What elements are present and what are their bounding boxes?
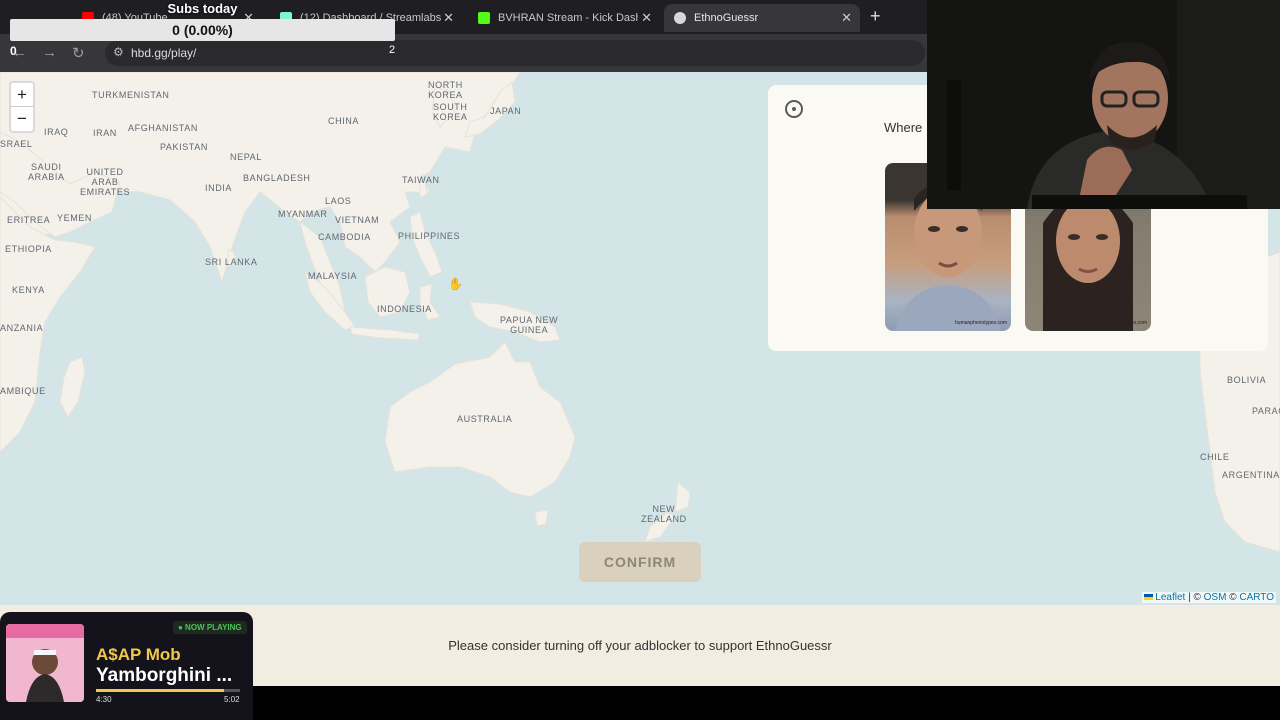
new-tab-button[interactable]: + — [870, 6, 881, 27]
webcam-overlay — [927, 0, 1280, 209]
zoom-control: + − — [9, 81, 35, 133]
label-eritrea: ERITREA — [7, 215, 51, 225]
label-australia: AUSTRALIA — [457, 414, 513, 424]
label-turkmenistan: TURKMENISTAN — [92, 90, 170, 100]
subs-overlay: Subs today 0 (0.00%) — [10, 0, 395, 42]
subs-title: Subs today — [167, 1, 238, 16]
site-settings-icon[interactable]: ⚙ — [113, 45, 124, 59]
label-nepal: NEPAL — [230, 152, 262, 162]
hand-cursor-icon: ✋ — [448, 277, 463, 291]
tab-kick[interactable]: BVHRAN Stream - Kick Dashboard ✕ — [468, 4, 660, 32]
label-tanzania: ANZANIA — [0, 323, 44, 333]
label-china: CHINA — [328, 116, 360, 126]
close-tab-icon[interactable]: ✕ — [443, 10, 454, 26]
subs-goal-label: 2 — [389, 44, 396, 56]
subs-progress-bar: 0 (0.00%) — [10, 19, 395, 41]
flag-icon — [1143, 594, 1153, 600]
label-malaysia: MALAYSIA — [308, 271, 358, 281]
subs-min-label: 0 — [10, 44, 17, 58]
madagascar — [59, 356, 86, 418]
label-sri-lanka: SRI LANKA — [205, 257, 258, 267]
track-progress-fill — [96, 689, 225, 692]
copyright-symbol: © — [1229, 592, 1237, 603]
zoom-out-button[interactable]: − — [11, 107, 33, 131]
now-playing-badge: ● NOW PLAYING — [173, 621, 247, 634]
label-philippines: PHILIPPINES — [398, 231, 461, 241]
java — [349, 326, 421, 341]
label-argentina: ARGENTINA — [1222, 470, 1280, 480]
label-israel: SRAEL — [0, 139, 33, 149]
ethnoguessr-icon — [674, 12, 686, 24]
attribution-separator: | — [1188, 592, 1191, 603]
label-iran: IRAN — [93, 128, 117, 138]
crosshair-icon[interactable] — [785, 100, 803, 118]
label-iraq: IRAQ — [44, 127, 69, 137]
url-text: hbd.gg/play/ — [131, 46, 197, 60]
label-taiwan: TAIWAN — [402, 175, 440, 185]
label-laos: LAOS — [325, 196, 352, 206]
label-cambodia: CAMBODIA — [318, 232, 371, 242]
zoom-in-button[interactable]: + — [11, 83, 33, 107]
label-pakistan: PAKISTAN — [160, 142, 208, 152]
philippines-islands — [409, 211, 443, 278]
forward-icon[interactable]: → — [42, 44, 57, 61]
track-duration: 5:02 — [224, 695, 240, 704]
now-playing-widget: ● NOW PLAYING A$AP Mob Yamborghini ... 4… — [0, 612, 253, 720]
close-tab-icon[interactable]: ✕ — [641, 10, 652, 26]
image-credit: humanphenotypes.com — [1095, 320, 1147, 326]
album-art — [6, 624, 84, 702]
label-ethiopia: ETHIOPIA — [5, 244, 52, 254]
close-tab-icon[interactable]: ✕ — [841, 10, 852, 26]
label-paraguay: PARAG — [1252, 406, 1280, 416]
track-progress-bar — [96, 689, 240, 692]
osm-link[interactable]: OSM — [1204, 592, 1227, 603]
label-bangladesh: BANGLADESH — [243, 173, 311, 183]
label-myanmar: MYANMAR — [278, 209, 328, 219]
label-saudi-arabia: SAUDI ARABIA — [28, 162, 65, 182]
label-mozambique: AMBIQUE — [0, 386, 46, 396]
label-papua-new-guinea: PAPUA NEW GUINEA — [500, 315, 559, 335]
image-credit: humanphenotypes.com — [955, 320, 1007, 326]
label-afghanistan: AFGHANISTAN — [128, 123, 198, 133]
sulawesi — [419, 283, 441, 321]
copyright-symbol: © — [1193, 592, 1201, 603]
webcam-person — [927, 0, 1280, 209]
tasmania — [534, 509, 549, 527]
kick-icon — [478, 12, 490, 24]
tab-label: EthnoGuessr — [694, 12, 759, 24]
label-kenya: KENYA — [12, 285, 45, 295]
label-vietnam: VIETNAM — [335, 215, 380, 225]
address-input[interactable]: ⚙ hbd.gg/play/ — [105, 40, 925, 66]
label-uae: UNITED ARAB EMIRATES — [80, 167, 131, 197]
label-japan: JAPAN — [490, 106, 522, 116]
question-text: Where — [884, 120, 923, 135]
carto-link[interactable]: CARTO — [1239, 592, 1274, 603]
track-title: Yamborghini ... — [96, 665, 233, 686]
tab-ethnoguessr[interactable]: EthnoGuessr ✕ — [664, 4, 860, 32]
track-artist: A$AP Mob — [96, 645, 181, 664]
tab-label: BVHRAN Stream - Kick Dashboard — [498, 12, 638, 24]
label-north-korea: NORTH KOREA — [428, 80, 463, 100]
reload-icon[interactable]: ↻ — [72, 44, 85, 62]
label-bolivia: BOLIVIA — [1227, 375, 1267, 385]
track-elapsed: 4:30 — [96, 695, 112, 704]
confirm-button[interactable]: CONFIRM — [579, 542, 701, 582]
label-indonesia: INDONESIA — [377, 304, 432, 314]
label-yemen: YEMEN — [57, 213, 93, 223]
leaflet-link[interactable]: Leaflet — [1155, 592, 1185, 603]
label-new-zealand: NEW ZEALAND — [641, 504, 687, 524]
map-attribution: Leaflet | © OSM © CARTO — [1141, 592, 1276, 603]
screen: (48) YouTube ✕ (12) Dashboard / Streamla… — [0, 0, 1280, 720]
label-chile: CHILE — [1200, 452, 1230, 462]
label-south-korea: SOUTH KOREA — [433, 102, 468, 122]
album-cover — [6, 624, 84, 702]
label-india: INDIA — [205, 183, 233, 193]
